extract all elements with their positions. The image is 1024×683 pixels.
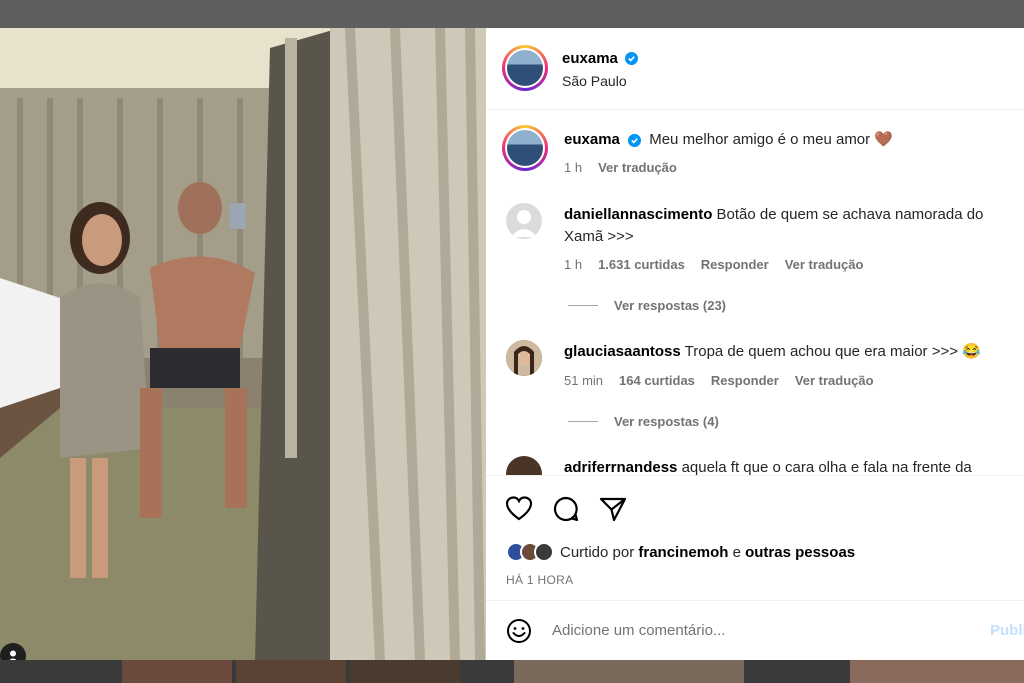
replies-divider: [568, 421, 598, 422]
post-detail-panel: euxama São Paulo euxama Meu melhor amigo…: [486, 28, 1024, 660]
comment-username[interactable]: glauciasaantoss: [564, 343, 681, 360]
grid-thumbnail[interactable]: [236, 660, 346, 683]
share-icon[interactable]: [598, 494, 628, 524]
comment-likes[interactable]: 164 curtidas: [619, 373, 695, 388]
replies-divider: [568, 305, 598, 306]
emoji-icon[interactable]: [506, 618, 532, 644]
publish-button[interactable]: Publi: [990, 622, 1024, 639]
comment-avatar[interactable]: [506, 340, 542, 376]
liked-by-joiner: e: [732, 543, 741, 561]
comment-time[interactable]: 51 min: [564, 373, 603, 388]
verified-icon: [625, 52, 638, 65]
caption-avatar[interactable]: [502, 125, 548, 171]
add-comment-bar: Adicione um comentário... Publi: [486, 600, 1024, 660]
author-username[interactable]: euxama: [562, 50, 618, 67]
view-replies-button[interactable]: Ver respostas (23): [568, 298, 726, 313]
grid-thumbnail[interactable]: [350, 660, 460, 683]
verified-icon: [628, 134, 642, 147]
liked-by: Curtido por francinemoh e outras pessoas: [506, 542, 855, 562]
view-replies-label: Ver respostas (4): [614, 414, 719, 429]
post-photo: [0, 28, 486, 660]
author-avatar[interactable]: [502, 45, 548, 91]
comment-text: Tropa de quem achou que era maior >>> 😂: [684, 343, 981, 360]
comment-body: adriferrnandess aquela ft que o cara olh…: [564, 457, 1024, 475]
liked-by-text: Curtido por francinemoh e outras pessoas: [560, 544, 855, 561]
post-timestamp[interactable]: HÁ 1 HORA: [506, 573, 573, 587]
post-caption: euxama Meu melhor amigo é o meu amor 🤎: [564, 129, 1004, 151]
avatar-photo: [506, 340, 542, 376]
post-location[interactable]: São Paulo: [562, 73, 627, 89]
caption-username[interactable]: euxama: [564, 131, 620, 148]
comment-input[interactable]: Adicione um comentário...: [552, 622, 725, 639]
liker-avatar[interactable]: [534, 542, 554, 562]
caption-text: Meu melhor amigo é o meu amor 🤎: [649, 131, 893, 148]
comment-meta: 51 min 164 curtidas Responder Ver traduç…: [564, 373, 874, 388]
reply-button[interactable]: Responder: [701, 257, 769, 272]
comment-icon[interactable]: [551, 494, 581, 524]
default-avatar-icon: [511, 210, 537, 237]
backdrop-bottom: [0, 660, 1024, 683]
comment-text: aquela ft que o cara olha e fala na fren…: [681, 459, 972, 475]
caption-translate-link[interactable]: Ver tradução: [598, 160, 677, 175]
grid-thumbnail[interactable]: [122, 660, 232, 683]
view-replies-button[interactable]: Ver respostas (4): [568, 414, 719, 429]
caption-time[interactable]: 1 h: [564, 160, 582, 175]
comment-username[interactable]: adriferrnandess: [564, 459, 677, 475]
user-icon: [9, 650, 17, 660]
post-actions: Curtido por francinemoh e outras pessoas…: [486, 475, 1024, 660]
liked-by-prefix: Curtido por: [560, 543, 635, 561]
comment-body: daniellannascimento Botão de quem se ach…: [564, 204, 1004, 248]
caption-meta: 1 h Ver tradução: [564, 160, 677, 175]
comments-list[interactable]: euxama Meu melhor amigo é o meu amor 🤎 1…: [486, 111, 1024, 475]
comment-avatar[interactable]: [506, 203, 542, 239]
translate-link[interactable]: Ver tradução: [795, 373, 874, 388]
translate-link[interactable]: Ver tradução: [785, 257, 864, 272]
reply-button[interactable]: Responder: [711, 373, 779, 388]
view-replies-label: Ver respostas (23): [614, 298, 727, 313]
comment-time[interactable]: 1 h: [564, 257, 582, 272]
comment-meta: 1 h 1.631 curtidas Responder Ver traduçã…: [564, 257, 863, 272]
post-header: euxama São Paulo: [486, 28, 1024, 110]
liked-by-others[interactable]: outras pessoas: [745, 544, 855, 561]
comment-body: glauciasaantoss Tropa de quem achou que …: [564, 341, 1014, 363]
comment-likes[interactable]: 1.631 curtidas: [598, 257, 685, 272]
comment-username[interactable]: daniellannascimento: [564, 206, 712, 223]
liked-by-user[interactable]: francinemoh: [638, 544, 728, 561]
backdrop-top: [0, 0, 1024, 28]
grid-thumbnail[interactable]: [850, 660, 1024, 683]
grid-thumbnail[interactable]: [514, 660, 744, 683]
comment-avatar[interactable]: [506, 456, 542, 475]
heart-icon[interactable]: [504, 494, 534, 524]
